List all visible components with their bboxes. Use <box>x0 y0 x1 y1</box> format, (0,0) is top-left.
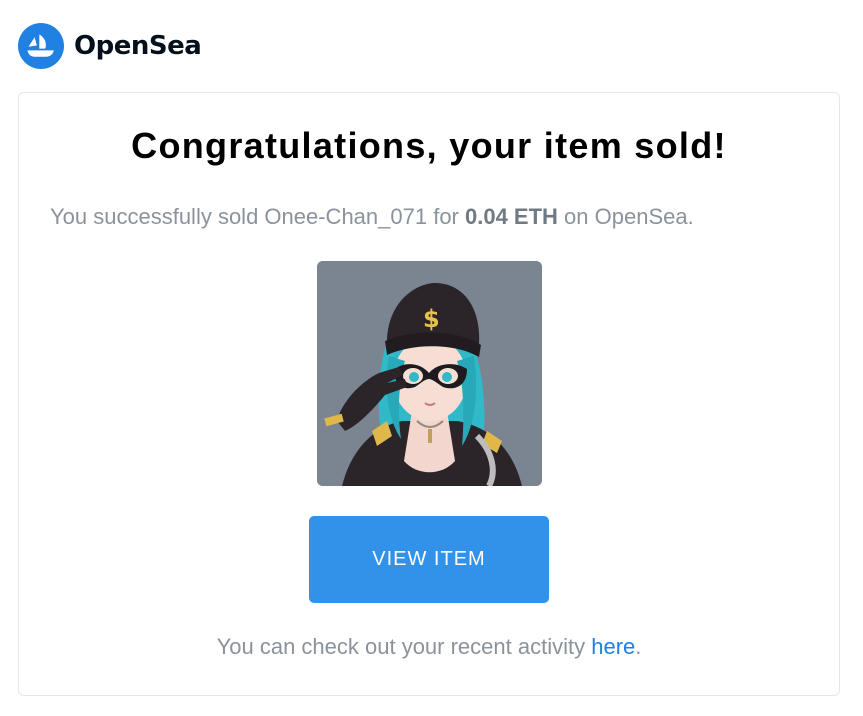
sale-message-suffix: on OpenSea. <box>557 204 694 229</box>
email-header: OpenSea <box>18 23 202 69</box>
anime-girl-illustration: $ <box>317 261 542 486</box>
sale-message-prefix: You successfully sold Onee-Chan_071 for <box>50 204 465 229</box>
opensea-logo-icon[interactable] <box>18 23 64 69</box>
activity-message-prefix: You can check out your recent activity <box>216 634 592 659</box>
sale-message: You successfully sold Onee-Chan_071 for … <box>50 203 694 231</box>
sale-notification-card: Congratulations, your item sold! You suc… <box>18 92 840 696</box>
view-item-button[interactable]: VIEW ITEM <box>309 516 549 603</box>
sale-amount: 0.04 ETH <box>465 204 558 229</box>
brand-name[interactable]: OpenSea <box>74 23 202 69</box>
activity-message-suffix: . <box>635 634 642 659</box>
activity-here-link[interactable]: here <box>591 634 635 659</box>
nft-item-image[interactable]: $ <box>317 261 542 486</box>
email-title: Congratulations, your item sold! <box>131 125 727 166</box>
activity-message: You can check out your recent activity h… <box>19 633 839 661</box>
svg-text:$: $ <box>423 305 440 333</box>
